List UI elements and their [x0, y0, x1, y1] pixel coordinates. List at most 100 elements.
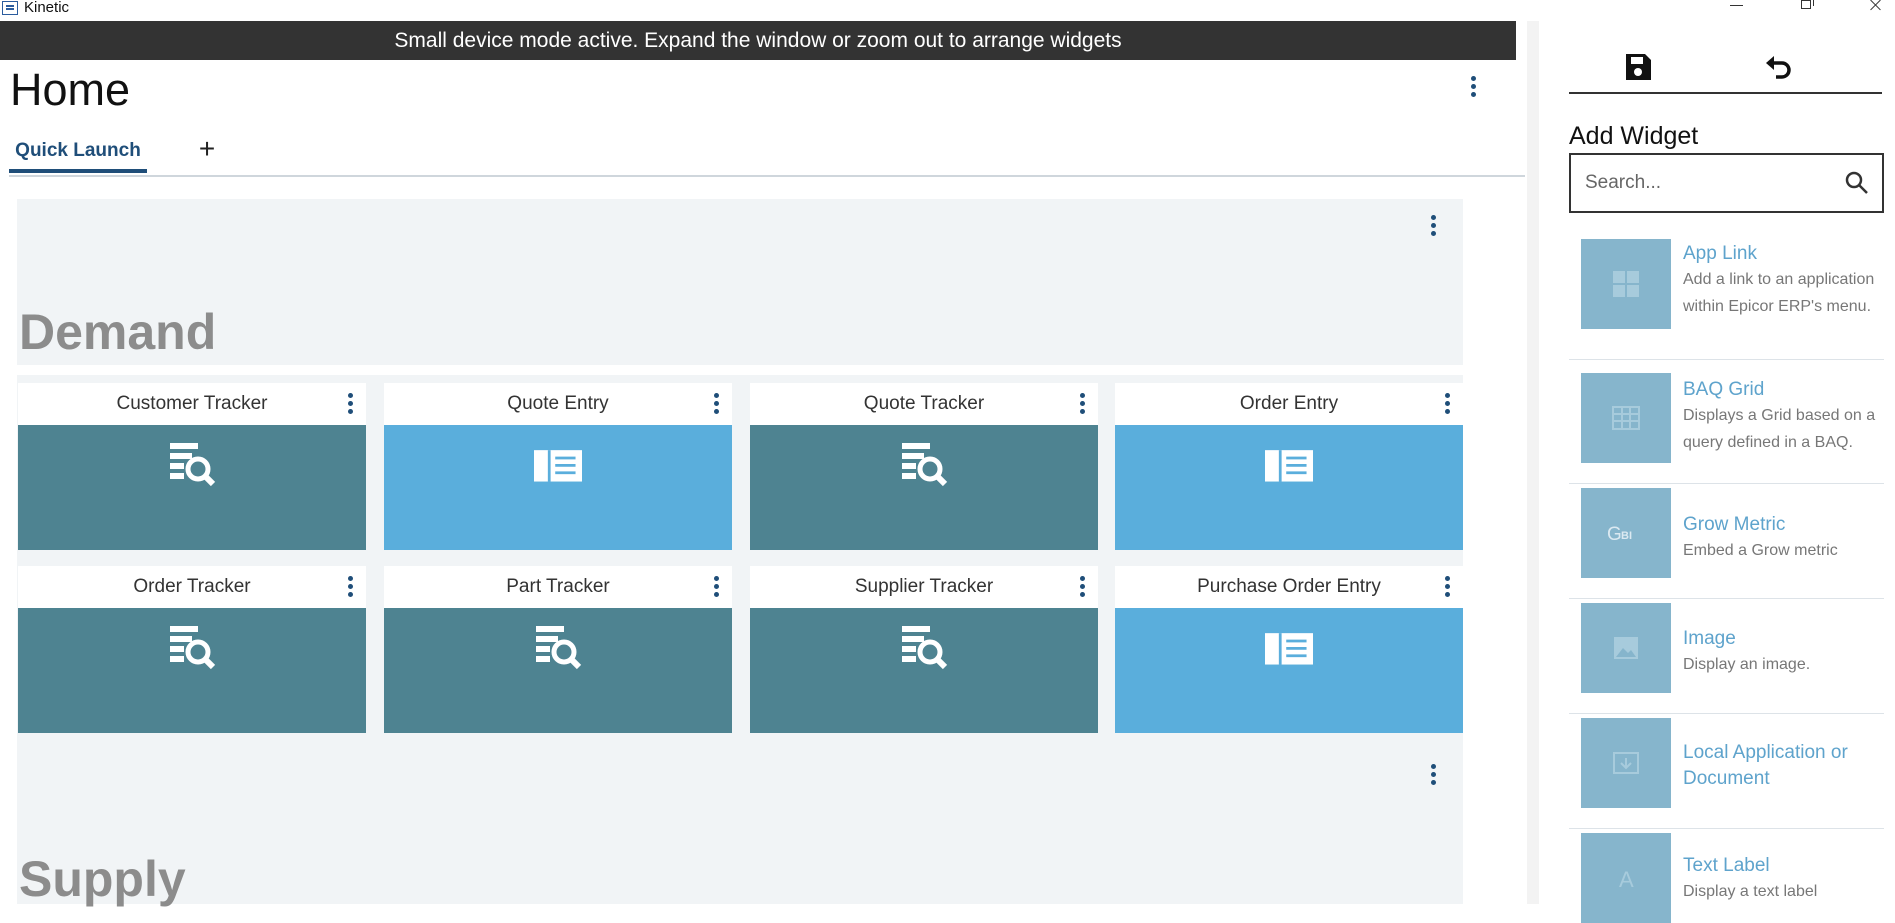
tile-supplier-tracker[interactable]: Supplier Tracker [750, 566, 1098, 733]
widget-description: Displays a Grid based on a query defined… [1683, 407, 1876, 451]
page-title: Home [10, 64, 131, 115]
tile-more-options-icon[interactable] [342, 574, 358, 600]
tile-label: Supplier Tracker [854, 576, 994, 597]
tile-label: Purchase Order Entry [1197, 576, 1381, 597]
widget-image[interactable]: Image Display an image. [1569, 603, 1884, 714]
tile-body[interactable] [1115, 608, 1463, 733]
widget-baq-grid[interactable]: BAQ Grid Displays a Grid based on a quer… [1569, 373, 1884, 484]
tile-body[interactable] [384, 608, 732, 733]
widget-thumbnail [1581, 603, 1671, 693]
widget-name: Local Application or Document [1683, 742, 1848, 789]
apps-icon [1613, 271, 1639, 297]
tile-quote-entry[interactable]: Quote Entry [384, 383, 732, 550]
tile-quote-tracker[interactable]: Quote Tracker [750, 383, 1098, 550]
widget-app-link[interactable]: App Link Add a link to an application wi… [1569, 239, 1884, 360]
tile-more-options-icon[interactable] [342, 391, 358, 417]
tracker-search-icon [902, 626, 948, 670]
window-title: Kinetic [24, 0, 70, 16]
tile-customer-tracker[interactable]: Customer Tracker [18, 383, 366, 550]
widget-name: Text Label [1683, 855, 1770, 876]
widget-thumbnail [1581, 239, 1671, 329]
tracker-search-icon [170, 443, 216, 487]
add-tab-button[interactable]: + [192, 134, 222, 170]
restore-icon[interactable] [1785, 0, 1825, 16]
section-more-options-icon[interactable] [1425, 762, 1441, 788]
svg-text:BI: BI [1621, 530, 1632, 542]
tile-purchase-order-entry[interactable]: Purchase Order Entry [1115, 566, 1463, 733]
close-icon[interactable] [1855, 0, 1895, 16]
widget-search-input[interactable] [1571, 155, 1859, 211]
tile-more-options-icon[interactable] [1074, 574, 1090, 600]
tile-label: Order Tracker [133, 576, 251, 597]
section-more-options-icon[interactable] [1425, 213, 1441, 239]
tile-part-tracker[interactable]: Part Tracker [384, 566, 732, 733]
widget-grow-metric[interactable]: G BI Grow Metric Embed a Grow metric [1569, 488, 1884, 599]
minimize-icon[interactable] [1717, 0, 1757, 16]
widget-description: Display a text label [1683, 883, 1818, 900]
tile-body[interactable] [1115, 425, 1463, 550]
tile-label: Quote Entry [507, 393, 609, 414]
widget-name: Image [1683, 628, 1736, 649]
tile-header: Part Tracker [384, 566, 732, 608]
tile-header: Purchase Order Entry [1115, 566, 1463, 608]
widget-thumbnail: A [1581, 833, 1671, 923]
panel-divider [1527, 21, 1539, 904]
widget-local-application[interactable]: Local Application or Document [1569, 718, 1884, 829]
widget-text-label[interactable]: A Text Label Display a text label [1569, 833, 1884, 923]
add-widget-heading: Add Widget [1569, 122, 1699, 150]
grid-icon [1612, 406, 1640, 430]
small-device-banner: Small device mode active. Expand the win… [0, 21, 1516, 60]
search-icon[interactable] [1844, 170, 1870, 196]
entry-form-icon [534, 450, 582, 482]
tile-body[interactable] [750, 425, 1098, 550]
widget-description: Embed a Grow metric [1683, 542, 1838, 559]
window-titlebar: Kinetic [0, 0, 1895, 18]
tile-more-options-icon[interactable] [1439, 391, 1455, 417]
widget-name: App Link [1683, 243, 1757, 264]
image-icon [1614, 637, 1638, 659]
tile-more-options-icon[interactable] [1439, 574, 1455, 600]
save-icon[interactable] [1621, 50, 1655, 84]
section-title: Supply [19, 851, 186, 907]
grow-bi-icon: G BI [1607, 524, 1632, 545]
widget-search [1569, 153, 1884, 213]
tile-header: Customer Tracker [18, 383, 366, 425]
widget-name: BAQ Grid [1683, 379, 1765, 400]
tab-quick-launch[interactable]: Quick Launch [9, 134, 147, 173]
tile-header: Quote Entry [384, 383, 732, 425]
tile-body[interactable] [750, 608, 1098, 733]
text-icon: A [1619, 867, 1634, 892]
local-app-icon [1613, 752, 1639, 774]
tile-body[interactable] [384, 425, 732, 550]
tracker-search-icon [536, 626, 582, 670]
tile-body[interactable] [18, 425, 366, 550]
section-demand: Demand [17, 199, 1463, 365]
widget-thumbnail [1581, 373, 1671, 463]
svg-text:A: A [1619, 867, 1634, 892]
tile-label: Part Tracker [506, 576, 610, 597]
tile-header: Quote Tracker [750, 383, 1098, 425]
widget-description: Add a link to an application within Epic… [1683, 271, 1875, 315]
tile-more-options-icon[interactable] [708, 574, 724, 600]
page-more-options-icon[interactable] [1465, 74, 1481, 100]
entry-form-icon [1265, 633, 1313, 665]
tile-label: Order Entry [1239, 393, 1339, 414]
svg-text:G: G [1607, 524, 1622, 545]
section-supply: Supply [17, 748, 1463, 907]
panel-toolbar [1569, 46, 1882, 94]
tile-body[interactable] [18, 608, 366, 733]
tile-more-options-icon[interactable] [708, 391, 724, 417]
tile-order-entry[interactable]: Order Entry [1115, 383, 1463, 550]
tile-order-tracker[interactable]: Order Tracker [18, 566, 366, 733]
tile-label: Customer Tracker [116, 393, 268, 414]
undo-icon[interactable] [1762, 50, 1796, 84]
page-tabs: Quick Launch + [9, 134, 1525, 177]
tile-header: Supplier Tracker [750, 566, 1098, 608]
entry-form-icon [1265, 450, 1313, 482]
widget-description: Display an image. [1683, 656, 1811, 673]
widget-thumbnail [1581, 718, 1671, 808]
widget-name: Grow Metric [1683, 514, 1786, 535]
tracker-search-icon [170, 626, 216, 670]
add-widget-panel: Add Widget App Link Add a link to an app… [1539, 21, 1895, 923]
tile-more-options-icon[interactable] [1074, 391, 1090, 417]
